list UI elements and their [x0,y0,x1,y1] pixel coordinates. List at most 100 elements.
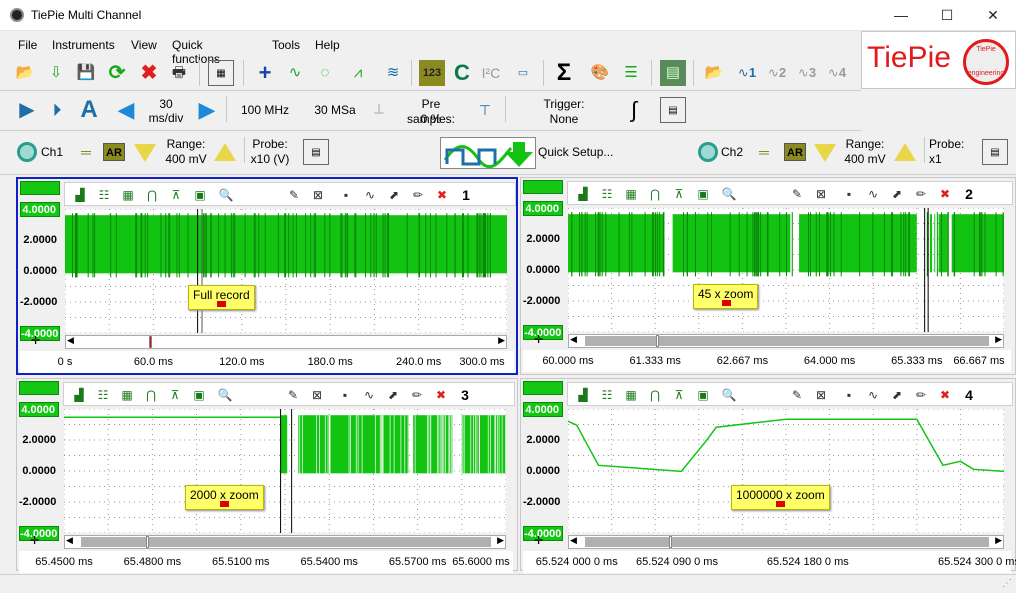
export-icon[interactable]: ⬈ [385,186,403,204]
plot-area[interactable]: 1000000 x zoom [567,408,1005,534]
yt-graph-icon[interactable]: ∿ [282,60,308,86]
channel-color-indicator[interactable] [19,381,59,395]
ch1-probe-value[interactable]: x10 (V) [250,152,290,167]
minimize-button[interactable]: — [878,0,924,31]
ch1-icon[interactable] [17,142,37,162]
settings-list-icon[interactable]: ☰ [618,60,644,86]
pen-icon[interactable]: ✏ [912,386,930,404]
meter-icon[interactable]: ≋ [380,60,406,86]
export-icon[interactable]: ⬈ [384,386,402,404]
record-scrollbar[interactable]: ◀ ▶ ✛ [534,334,1004,348]
export-icon[interactable]: ⬈ [888,185,906,203]
scope-window-4[interactable]: 4.0000 2.0000 0.0000 -2.0000 -4.0000 ▟ ☷ ▦ ⋂ ⊼ ▣ 🔍 ✎… [520,378,1016,573]
counter-icon[interactable]: C [449,60,475,86]
scrollbar-track[interactable] [585,537,989,547]
trigger-settings-icon[interactable]: ▤ [660,97,686,123]
cursor-icon[interactable]: ⋂ [142,386,160,404]
zoom-label[interactable]: 2000 x zoom [185,485,264,510]
zoom-label[interactable]: Full record [188,285,255,310]
scroll-left-icon[interactable]: ◀ [66,535,73,546]
scrollbar-thumb[interactable] [656,335,659,347]
pre-samples-value[interactable]: 0 % [396,112,466,127]
delete-label-icon[interactable]: ⊠ [812,386,830,404]
open-folder-icon[interactable]: 📂 [12,60,38,86]
record-view-icon[interactable]: ▣ [190,386,208,404]
zoom-label[interactable]: 1000000 x zoom [731,485,830,510]
instrument-icon[interactable]: ▤ [660,60,686,86]
trigger-slope-icon[interactable]: ∫ [621,97,647,123]
channels-list-icon[interactable]: ☷ [95,186,113,204]
plot-area[interactable]: 45 x zoom [567,207,1005,333]
grid-icon[interactable]: ▦ [119,186,137,204]
channel-color-indicator[interactable] [20,181,60,195]
zoom-label[interactable]: 45 x zoom [693,284,759,309]
y-tick-label[interactable]: 4.0000 [523,201,563,216]
channel-color-indicator[interactable] [523,180,563,194]
trigger-value[interactable]: None [530,112,598,127]
zoom-icon[interactable]: 🔍 [216,386,234,404]
measure-icon[interactable]: ⊼ [166,386,184,404]
export-icon[interactable]: ⬈ [888,386,906,404]
y-tick-label[interactable]: 4.0000 [523,402,563,417]
channels-list-icon[interactable]: ☷ [598,386,616,404]
chart-settings-icon[interactable]: ▟ [574,386,592,404]
ch2-icon[interactable] [698,142,718,162]
single-shot-icon[interactable]: ⏵ [44,97,70,123]
xy-graph-icon[interactable]: ◌ [312,60,338,86]
setup-slot-2-icon[interactable]: ∿2 [764,60,790,86]
persistence-icon[interactable]: ▪ [840,386,858,404]
chart-settings-icon[interactable]: ▟ [71,186,89,204]
trigger-marker-icon[interactable]: ✛ [534,534,543,547]
ch2-name[interactable]: Ch2 [721,145,749,160]
zoom-icon[interactable]: 🔍 [720,386,738,404]
resize-grip-icon[interactable]: ⋰ [1002,578,1012,589]
waveform-icon[interactable]: ∿ [864,185,882,203]
import-icon[interactable]: ⇩ [43,60,69,86]
auto-setup-icon[interactable]: A [76,97,102,123]
scope-window-2[interactable]: 4.0000 2.0000 0.0000 -2.0000 -4.0000 ▟ ☷ ▦ ⋂ ⊼ ▣ 🔍 ✎… [520,177,1016,375]
zoom-icon[interactable]: 🔍 [217,186,235,204]
channels-list-icon[interactable]: ☷ [94,386,112,404]
pen-icon[interactable]: ✏ [408,386,426,404]
scrollbar-thumb[interactable] [146,536,149,548]
record-view-icon[interactable]: ▣ [694,386,712,404]
zoom-icon[interactable]: 🔍 [720,185,738,203]
scope-window-1[interactable]: 4.0000 2.0000 0.0000 -2.0000 -4.0000 ▟ ☷ ▦ ⋂ ⊼ ▣ 🔍 ✎… [16,177,518,375]
y-tick-label[interactable]: 4.0000 [20,202,60,217]
trigger-marker-icon[interactable]: ✛ [31,334,40,347]
ch1-range-decrease-icon[interactable] [134,144,156,162]
label-icon[interactable]: ✎ [788,185,806,203]
measure-icon[interactable]: ⊼ [670,386,688,404]
scrollbar-thumb[interactable] [149,336,152,348]
ch2-range-value[interactable]: 400 mV [841,152,889,167]
scroll-left-icon[interactable]: ◀ [570,535,577,546]
waveform-icon[interactable]: ∿ [360,386,378,404]
close-button[interactable]: ✕ [970,0,1016,31]
record-view-icon[interactable]: ▣ [694,185,712,203]
refresh-icon[interactable]: ⟳ [104,60,130,86]
pen-icon[interactable]: ✏ [912,185,930,203]
trigger-marker-icon[interactable]: ✛ [534,333,543,346]
bandwidth-value[interactable]: 100 MHz [232,103,298,118]
label-icon[interactable]: ✎ [788,386,806,404]
grid-icon[interactable]: ▦ [622,185,640,203]
quick-setup-label[interactable]: Quick Setup... [538,145,618,160]
close-chart-icon[interactable]: ✖ [936,386,954,404]
layout-icon[interactable]: ▦ [208,60,234,86]
quick-setup-icon[interactable] [440,137,536,169]
pre-samples-icon[interactable]: ⟂ [366,97,392,123]
setup-slot-3-icon[interactable]: ∿3 [794,60,820,86]
close-chart-icon[interactable]: ✖ [433,186,451,204]
trigger-position-icon[interactable]: ⊤ [472,97,498,123]
plot-area[interactable]: Full record [64,208,508,334]
persistence-icon[interactable]: ▪ [840,185,858,203]
ch1-range-value[interactable]: 400 mV [162,152,210,167]
channels-list-icon[interactable]: ☷ [598,185,616,203]
timebase-decrease-icon[interactable]: ◀ [113,97,139,123]
scroll-left-icon[interactable]: ◀ [570,334,577,345]
save-icon[interactable]: 💾 [73,60,99,86]
measure-icon[interactable]: ⊼ [670,185,688,203]
cursor-icon[interactable]: ⋂ [646,386,664,404]
ch2-coupling-icon[interactable]: ═ [751,139,777,165]
waveform-icon[interactable]: ∿ [361,186,379,204]
